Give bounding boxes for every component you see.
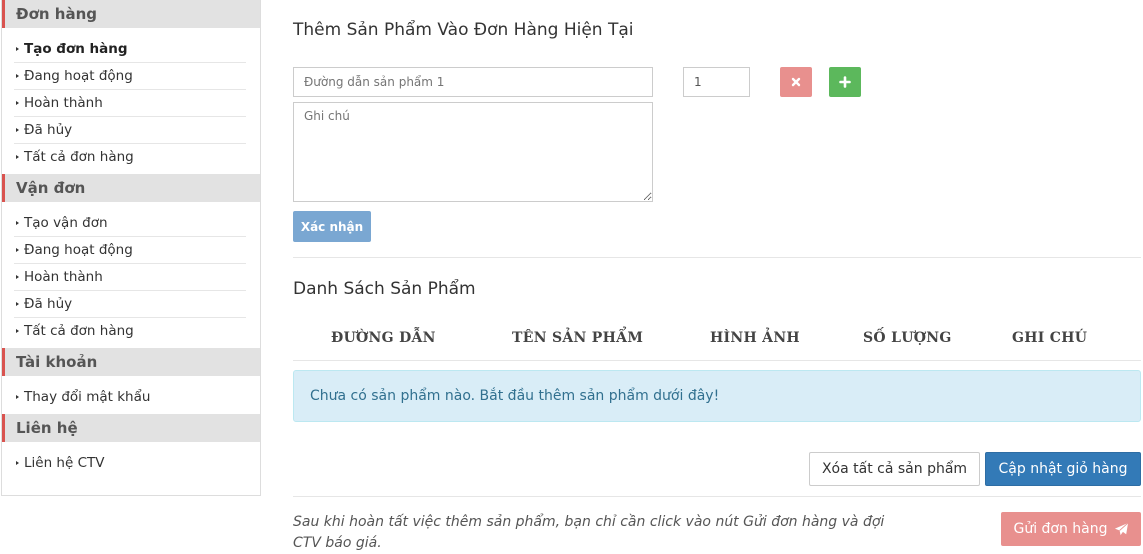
caret-right-icon bbox=[16, 128, 19, 132]
confirm-button[interactable]: Xác nhận bbox=[293, 211, 371, 242]
sidebar-section-orders: Đơn hàng bbox=[2, 0, 260, 28]
sidebar-item-shipments-active[interactable]: Đang hoạt động bbox=[14, 237, 246, 264]
column-header-link: ĐƯỜNG DẪN bbox=[331, 330, 436, 346]
contact-menu: Liên hệ CTV bbox=[2, 442, 260, 480]
sidebar-item-create-order[interactable]: Tạo đơn hàng bbox=[14, 36, 246, 63]
caret-right-icon bbox=[16, 74, 19, 78]
sidebar-section-account: Tài khoản bbox=[2, 348, 260, 376]
caret-right-icon bbox=[16, 395, 19, 399]
sidebar-item-shipments-cancelled[interactable]: Đã hủy bbox=[14, 291, 246, 318]
divider bbox=[293, 257, 1141, 258]
table-header-divider bbox=[293, 360, 1141, 361]
submit-order-label: Gửi đơn hàng bbox=[1013, 521, 1108, 537]
caret-right-icon bbox=[16, 329, 19, 333]
account-menu: Thay đổi mật khẩu bbox=[2, 376, 260, 414]
sidebar-item-orders-cancelled[interactable]: Đã hủy bbox=[14, 117, 246, 144]
sidebar-item-orders-active[interactable]: Đang hoạt động bbox=[14, 63, 246, 90]
sidebar-item-shipments-all[interactable]: Tất cả đơn hàng bbox=[14, 318, 246, 344]
caret-right-icon bbox=[16, 248, 19, 252]
paper-plane-icon bbox=[1114, 522, 1128, 535]
sidebar-item-change-password[interactable]: Thay đổi mật khẩu bbox=[14, 384, 246, 410]
caret-right-icon bbox=[16, 155, 19, 159]
column-header-note: GHI CHÚ bbox=[1012, 330, 1088, 346]
sidebar-section-contact: Liên hệ bbox=[2, 414, 260, 442]
quantity-input[interactable] bbox=[683, 67, 750, 97]
caret-right-icon bbox=[16, 461, 19, 465]
main-content: Thêm Sản Phẩm Vào Đơn Hàng Hiện Tại Xác … bbox=[293, 0, 1141, 551]
caret-right-icon bbox=[16, 302, 19, 306]
remove-product-button[interactable] bbox=[780, 67, 812, 97]
submit-order-button[interactable]: Gửi đơn hàng bbox=[1001, 512, 1141, 546]
sidebar-section-shipments: Vận đơn bbox=[2, 174, 260, 202]
column-header-image: HÌNH ẢNH bbox=[710, 330, 800, 346]
shipments-menu: Tạo vận đơn Đang hoạt động Hoàn thành Đã… bbox=[2, 202, 260, 348]
update-cart-button[interactable]: Cập nhật giỏ hàng bbox=[985, 452, 1141, 486]
caret-right-icon bbox=[16, 47, 19, 51]
product-list-heading: Danh Sách Sản Phẩm bbox=[293, 279, 476, 299]
footer-divider bbox=[293, 496, 1141, 497]
times-icon bbox=[791, 77, 801, 87]
add-product-heading: Thêm Sản Phẩm Vào Đơn Hàng Hiện Tại bbox=[293, 20, 634, 40]
sidebar: Đơn hàng Tạo đơn hàng Đang hoạt động Hoà… bbox=[1, 0, 261, 496]
plus-icon bbox=[839, 76, 851, 88]
caret-right-icon bbox=[16, 221, 19, 225]
sidebar-item-contact-ctv[interactable]: Liên hệ CTV bbox=[14, 450, 246, 476]
sidebar-item-orders-all[interactable]: Tất cả đơn hàng bbox=[14, 144, 246, 170]
orders-menu: Tạo đơn hàng Đang hoạt động Hoàn thành Đ… bbox=[2, 28, 260, 174]
note-textarea[interactable] bbox=[293, 102, 653, 202]
caret-right-icon bbox=[16, 275, 19, 279]
empty-products-alert: Chưa có sản phẩm nào. Bắt đầu thêm sản p… bbox=[293, 370, 1141, 422]
column-header-product-name: TÊN SẢN PHẨM bbox=[512, 330, 644, 346]
add-product-button[interactable] bbox=[829, 67, 861, 97]
sidebar-item-create-shipment[interactable]: Tạo vận đơn bbox=[14, 210, 246, 237]
product-link-input[interactable] bbox=[293, 67, 653, 97]
sidebar-item-orders-completed[interactable]: Hoàn thành bbox=[14, 90, 246, 117]
clear-all-products-button[interactable]: Xóa tất cả sản phẩm bbox=[809, 452, 980, 486]
column-header-quantity: SỐ LƯỢNG bbox=[863, 330, 952, 346]
caret-right-icon bbox=[16, 101, 19, 105]
sidebar-item-shipments-completed[interactable]: Hoàn thành bbox=[14, 264, 246, 291]
